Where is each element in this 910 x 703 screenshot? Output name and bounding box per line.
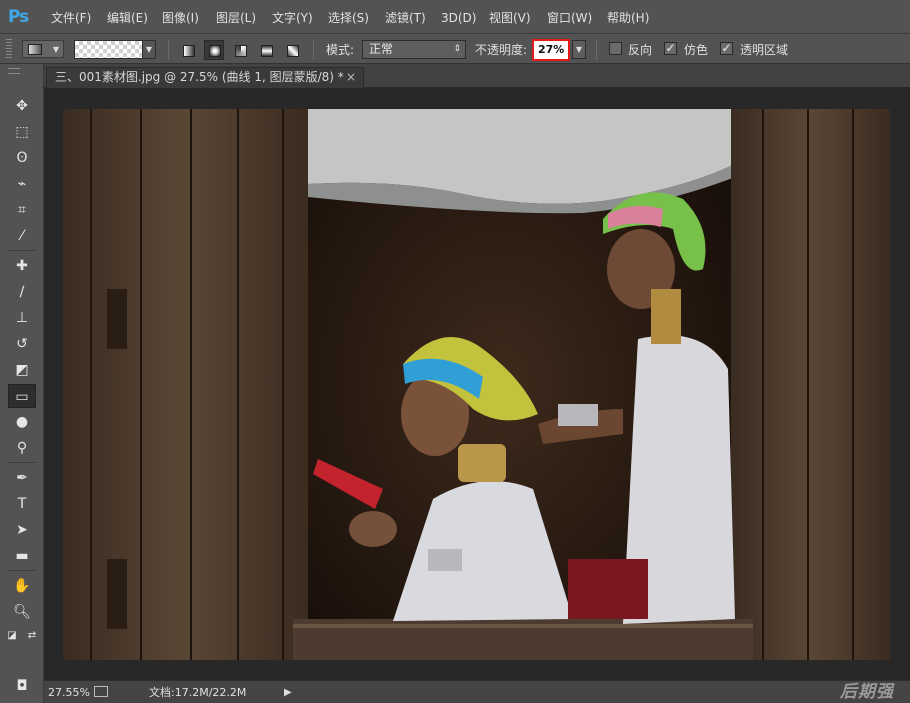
menu-window[interactable]: 窗口(W) — [547, 9, 592, 27]
menu-3d[interactable]: 3D(D) — [441, 9, 476, 27]
options-bar: ▼ ▼ 模式: 正常 ⇕ 不透明度: 27% ▼ 反向 ✓ 仿色 ✓ 透明区域 — [0, 34, 910, 64]
tools-panel: ✥ ⬚ ʘ ⌁ ⌗ ⁄ ✚ ∕ ⊥ ↺ ◩ ▭ ● ⚲ ✒ T ➤ ▬ ✋ 🔍︎… — [0, 64, 44, 703]
photoshop-logo: Ps — [8, 7, 29, 27]
divider — [596, 40, 597, 60]
reverse-checkbox[interactable] — [609, 42, 622, 55]
gradient-tool-icon[interactable]: ▭ — [8, 384, 36, 408]
type-tool-icon[interactable]: T — [8, 492, 36, 516]
linear-gradient-icon — [183, 45, 195, 57]
document-tab[interactable]: 三、001素材图.jpg @ 27.5% (曲线 1, 图层蒙版/8) * × — [46, 67, 364, 88]
path-select-tool-icon[interactable]: ➤ — [8, 518, 36, 542]
gradient-preset-icon — [28, 44, 42, 55]
menu-view[interactable]: 视图(V) — [489, 9, 531, 27]
quick-mask-icon[interactable]: ◘ — [8, 674, 36, 698]
hand-tool-icon[interactable]: ✋ — [8, 574, 36, 598]
menu-select[interactable]: 选择(S) — [328, 9, 369, 27]
watermark-text: 后期强 — [840, 682, 894, 702]
zoom-tool-icon[interactable]: 🔍︎ — [8, 600, 36, 624]
menu-image[interactable]: 图像(I) — [162, 9, 199, 27]
transparency-checkbox[interactable]: ✓ — [720, 42, 733, 55]
canvas-area — [44, 88, 910, 680]
rectangle-tool-icon[interactable]: ▬ — [8, 544, 36, 568]
transparency-label: 透明区域 — [740, 43, 789, 57]
blend-mode-select[interactable]: 正常 ⇕ — [362, 40, 466, 59]
menu-file[interactable]: 文件(F) — [51, 9, 91, 27]
angle-gradient-button[interactable] — [230, 40, 250, 60]
opacity-input[interactable]: 27% — [532, 39, 570, 61]
swap-colors-icon[interactable]: ⇄ — [22, 624, 42, 648]
photo-image — [63, 109, 890, 660]
move-tool-icon[interactable]: ✥ — [8, 94, 36, 118]
dither-checkbox[interactable]: ✓ — [664, 42, 677, 55]
diamond-gradient-icon — [287, 45, 299, 57]
blur-tool-icon[interactable]: ● — [8, 410, 36, 434]
status-menu-arrow-icon[interactable]: ▶ — [284, 685, 292, 700]
divider — [8, 570, 36, 571]
document-size-info: 文档:17.2M/22.2M — [149, 686, 247, 699]
menu-filter[interactable]: 滤镜(T) — [385, 9, 426, 27]
divider — [168, 40, 169, 60]
menu-help[interactable]: 帮助(H) — [607, 9, 649, 27]
status-bar: 27.55% 文档:17.2M/22.2M ▶ 后期强 — [44, 680, 910, 703]
reflected-gradient-icon — [261, 45, 273, 57]
diamond-gradient-button[interactable] — [282, 40, 302, 60]
divider — [8, 250, 36, 251]
tool-preset-picker[interactable]: ▼ — [22, 40, 64, 58]
tools-panel-grip[interactable] — [8, 68, 20, 74]
chevron-down-icon: ▼ — [52, 45, 59, 54]
radial-gradient-button[interactable] — [204, 40, 224, 60]
gradient-editor-swatch[interactable]: ▼ — [74, 40, 156, 59]
history-brush-tool-icon[interactable]: ↺ — [8, 332, 36, 356]
reverse-label: 反向 — [628, 43, 653, 57]
marquee-tool-icon[interactable]: ⬚ — [8, 120, 36, 144]
eyedropper-tool-icon[interactable]: ⁄ — [8, 224, 36, 248]
divider — [313, 40, 314, 60]
default-colors-icon[interactable]: ◪ — [2, 624, 22, 648]
eraser-tool-icon[interactable]: ◩ — [8, 358, 36, 382]
clone-stamp-tool-icon[interactable]: ⊥ — [8, 306, 36, 330]
opacity-label: 不透明度: — [475, 43, 528, 57]
linear-gradient-button[interactable] — [178, 40, 198, 60]
brush-tool-icon[interactable]: ∕ — [8, 280, 36, 304]
menu-edit[interactable]: 编辑(E) — [107, 9, 148, 27]
document-tab-title: 三、001素材图.jpg @ 27.5% (曲线 1, 图层蒙版/8) * — [55, 70, 344, 84]
share-icon[interactable] — [94, 686, 108, 697]
mode-label: 模式: — [326, 43, 355, 57]
menu-type[interactable]: 文字(Y) — [272, 9, 313, 27]
opacity-slider-toggle[interactable]: ▼ — [572, 40, 586, 59]
close-icon[interactable]: × — [346, 68, 356, 87]
radial-gradient-icon — [209, 45, 221, 57]
document-tab-bar: 三、001素材图.jpg @ 27.5% (曲线 1, 图层蒙版/8) * × — [44, 64, 910, 88]
document-canvas[interactable] — [63, 109, 890, 660]
zoom-level[interactable]: 27.55% — [48, 685, 90, 700]
dither-label: 仿色 — [684, 43, 709, 57]
blend-mode-value: 正常 — [369, 42, 394, 56]
divider — [8, 462, 36, 463]
menu-layer[interactable]: 图层(L) — [216, 9, 256, 27]
options-bar-grip[interactable] — [6, 39, 12, 59]
reflected-gradient-button[interactable] — [256, 40, 276, 60]
healing-brush-tool-icon[interactable]: ✚ — [8, 254, 36, 278]
crop-tool-icon[interactable]: ⌗ — [8, 198, 36, 222]
spinner-arrows-icon: ⇕ — [453, 44, 461, 54]
dodge-tool-icon[interactable]: ⚲ — [8, 436, 36, 460]
lasso-tool-icon[interactable]: ʘ — [8, 146, 36, 170]
angle-gradient-icon — [235, 45, 247, 57]
menu-bar: Ps 文件(F) 编辑(E) 图像(I) 图层(L) 文字(Y) 选择(S) 滤… — [0, 0, 910, 34]
quick-select-tool-icon[interactable]: ⌁ — [8, 172, 36, 196]
pen-tool-icon[interactable]: ✒ — [8, 466, 36, 490]
chevron-down-icon[interactable]: ▼ — [142, 41, 155, 58]
